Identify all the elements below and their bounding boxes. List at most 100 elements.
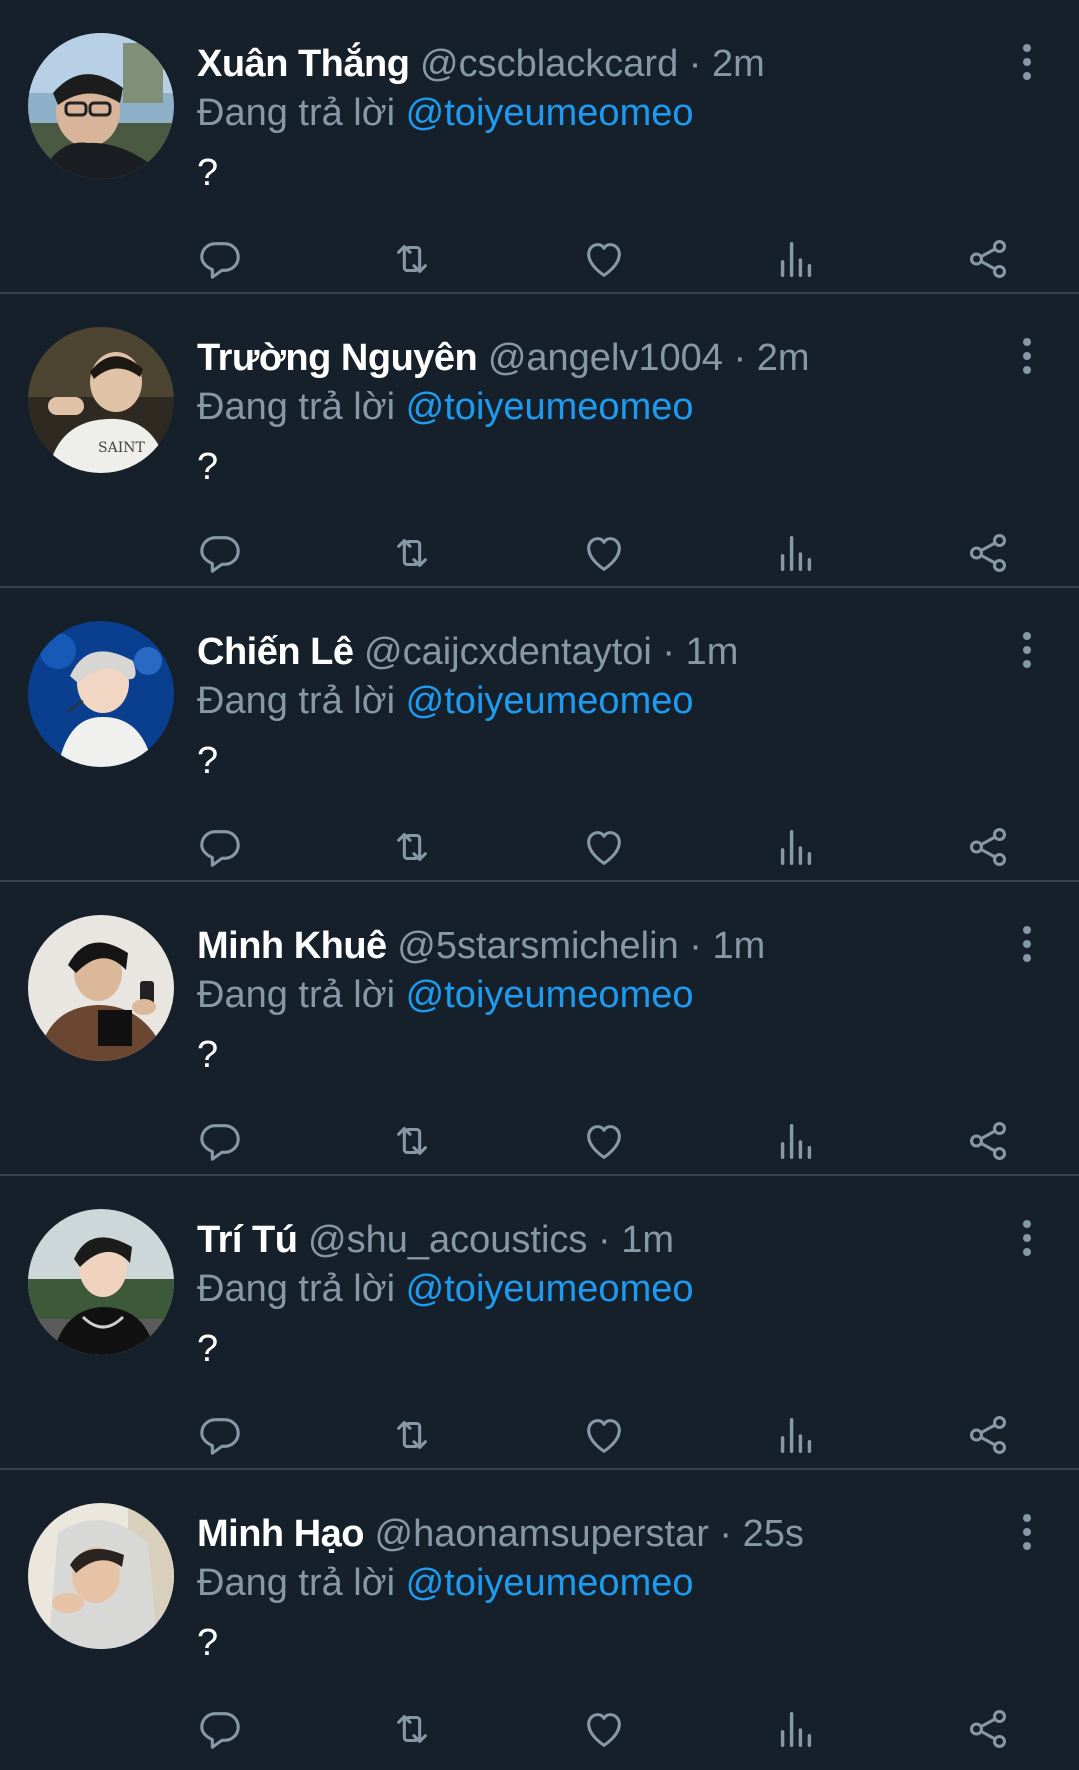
separator-dot: ·	[733, 337, 747, 379]
user-handle[interactable]: @shu_acoustics	[308, 1219, 587, 1261]
retweet-icon[interactable]	[389, 1118, 435, 1164]
heart-icon[interactable]	[581, 1412, 627, 1458]
share-icon[interactable]	[965, 1412, 1011, 1458]
reply-icon[interactable]	[197, 530, 243, 576]
timestamp[interactable]: 25s	[743, 1513, 804, 1555]
more-icon[interactable]	[1019, 1514, 1035, 1554]
more-icon[interactable]	[1019, 1220, 1035, 1260]
views-icon[interactable]	[773, 824, 819, 870]
share-icon[interactable]	[965, 236, 1011, 282]
display-name[interactable]: Chiến Lê	[197, 631, 354, 673]
user-handle[interactable]: @5starsmichelin	[397, 925, 678, 967]
replying-to: Đang trả lời @toiyeumeomeo	[197, 1266, 989, 1312]
timestamp[interactable]: 2m	[757, 337, 810, 379]
mention-link[interactable]: @toiyeumeomeo	[406, 1562, 694, 1604]
retweet-icon[interactable]	[389, 824, 435, 870]
more-icon[interactable]	[1019, 632, 1035, 672]
replying-to-label: Đang trả lời	[197, 680, 396, 722]
share-icon[interactable]	[965, 1118, 1011, 1164]
timestamp[interactable]: 2m	[712, 43, 765, 85]
retweet-icon[interactable]	[389, 236, 435, 282]
avatar[interactable]	[28, 915, 174, 1061]
action-bar	[197, 530, 1017, 576]
reply-icon[interactable]	[197, 1412, 243, 1458]
user-handle[interactable]: @caijcxdentaytoi	[364, 631, 652, 673]
user-handle[interactable]: @angelv1004	[488, 337, 723, 379]
views-icon[interactable]	[773, 1412, 819, 1458]
tweet[interactable]: Minh Hạo @haonamsuperstar · 25s Đang trả…	[0, 1470, 1079, 1764]
tweet-header: Minh Hạo @haonamsuperstar · 25s	[197, 1508, 989, 1560]
separator-dot: ·	[689, 925, 702, 967]
reply-icon[interactable]	[197, 1706, 243, 1752]
display-name[interactable]: Minh Khuê	[197, 925, 387, 967]
display-name[interactable]: Trí Tú	[197, 1219, 298, 1261]
heart-icon[interactable]	[581, 236, 627, 282]
tweet[interactable]: Xuân Thắng @cscblackcard · 2m Đang trả l…	[0, 0, 1079, 294]
views-icon[interactable]	[773, 1118, 819, 1164]
tweet-text: ?	[197, 152, 219, 194]
views-icon[interactable]	[773, 530, 819, 576]
action-bar	[197, 1118, 1017, 1164]
tweet-text: ?	[197, 446, 219, 488]
retweet-icon[interactable]	[389, 530, 435, 576]
views-icon[interactable]	[773, 1706, 819, 1752]
heart-icon[interactable]	[581, 1706, 627, 1752]
tweet-content: Xuân Thắng @cscblackcard · 2m Đang trả l…	[197, 38, 989, 198]
more-icon[interactable]	[1019, 926, 1035, 966]
tweet[interactable]: Chiến Lê @caijcxdentaytoi · 1m Đang trả …	[0, 588, 1079, 882]
tweet[interactable]: Minh Khuê @5starsmichelin · 1m Đang trả …	[0, 882, 1079, 1176]
display-name[interactable]: Xuân Thắng	[197, 43, 410, 85]
action-bar	[197, 1412, 1017, 1458]
action-bar	[197, 1706, 1017, 1752]
avatar[interactable]	[28, 1209, 174, 1355]
replying-to: Đang trả lời @toiyeumeomeo	[197, 384, 989, 430]
tweet-header: Chiến Lê @caijcxdentaytoi · 1m	[197, 626, 989, 678]
separator-dot: ·	[662, 631, 676, 673]
retweet-icon[interactable]	[389, 1412, 435, 1458]
reply-feed: Xuân Thắng @cscblackcard · 2m Đang trả l…	[0, 0, 1079, 1764]
heart-icon[interactable]	[581, 1118, 627, 1164]
timestamp[interactable]: 1m	[686, 631, 739, 673]
replying-to-label: Đang trả lời	[197, 1268, 396, 1310]
user-handle[interactable]: @haonamsuperstar	[375, 1513, 709, 1555]
tweet-text: ?	[197, 1622, 219, 1664]
more-icon[interactable]	[1019, 44, 1035, 84]
more-icon[interactable]	[1019, 338, 1035, 378]
replying-to-label: Đang trả lời	[197, 1562, 396, 1604]
mention-link[interactable]: @toiyeumeomeo	[406, 92, 694, 134]
views-icon[interactable]	[773, 236, 819, 282]
mention-link[interactable]: @toiyeumeomeo	[406, 974, 694, 1016]
user-handle[interactable]: @cscblackcard	[420, 43, 678, 85]
mention-link[interactable]: @toiyeumeomeo	[406, 386, 694, 428]
tweet[interactable]: Trí Tú @shu_acoustics · 1m Đang trả lời …	[0, 1176, 1079, 1470]
mention-link[interactable]: @toiyeumeomeo	[406, 680, 694, 722]
retweet-icon[interactable]	[389, 1706, 435, 1752]
avatar[interactable]	[28, 1503, 174, 1649]
tweet-text: ?	[197, 740, 219, 782]
timestamp[interactable]: 1m	[621, 1219, 674, 1261]
reply-icon[interactable]	[197, 1118, 243, 1164]
reply-icon[interactable]	[197, 236, 243, 282]
heart-icon[interactable]	[581, 824, 627, 870]
reply-icon[interactable]	[197, 824, 243, 870]
tweet-header: Minh Khuê @5starsmichelin · 1m	[197, 920, 989, 972]
separator-dot: ·	[688, 43, 702, 85]
mention-link[interactable]: @toiyeumeomeo	[406, 1268, 694, 1310]
separator-dot: ·	[597, 1219, 611, 1261]
tweet-content: Minh Hạo @haonamsuperstar · 25s Đang trả…	[197, 1508, 989, 1668]
share-icon[interactable]	[965, 1706, 1011, 1752]
tweet[interactable]: SAINT Trường Nguyên @angelv1004 · 2m Đan…	[0, 294, 1079, 588]
tweet-text: ?	[197, 1034, 219, 1076]
heart-icon[interactable]	[581, 530, 627, 576]
avatar[interactable]	[28, 33, 174, 179]
display-name[interactable]: Minh Hạo	[197, 1513, 364, 1555]
timestamp[interactable]: 1m	[712, 925, 765, 967]
replying-to: Đang trả lời @toiyeumeomeo	[197, 972, 989, 1018]
tweet-header: Trường Nguyên @angelv1004 · 2m	[197, 332, 989, 384]
avatar[interactable]	[28, 621, 174, 767]
tweet-content: Chiến Lê @caijcxdentaytoi · 1m Đang trả …	[197, 626, 989, 786]
avatar[interactable]: SAINT	[28, 327, 174, 473]
share-icon[interactable]	[965, 824, 1011, 870]
share-icon[interactable]	[965, 530, 1011, 576]
display-name[interactable]: Trường Nguyên	[197, 337, 478, 379]
